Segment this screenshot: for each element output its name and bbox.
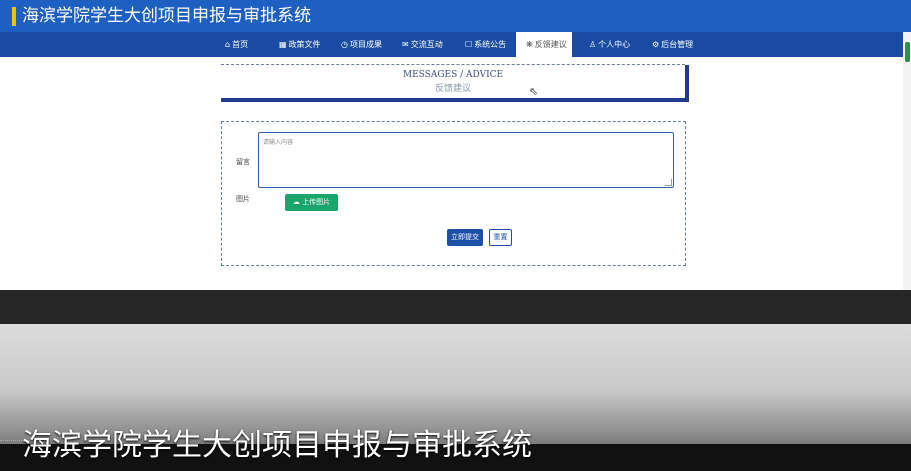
nav-item-announcements[interactable]: ☐ 系统公告: [465, 32, 506, 57]
nav-label: 后台管理: [661, 40, 694, 49]
user-icon: ♙: [589, 40, 597, 49]
policy-icon: ▦: [279, 40, 287, 49]
nav-item-policy[interactable]: ▦ 政策文件: [279, 32, 321, 57]
resize-grip-icon[interactable]: [665, 179, 672, 186]
app-header: 海滨学院学生大创项目申报与审批系统: [0, 0, 911, 32]
nav-item-projects[interactable]: ◷ 项目成果: [341, 32, 382, 57]
page-scrollbar[interactable]: [903, 32, 911, 290]
image-label: 图片: [236, 195, 250, 203]
admin-icon: ⚙: [652, 40, 660, 49]
app-title: 海滨学院学生大创项目申报与审批系统: [22, 6, 311, 26]
nav-item-profile[interactable]: ♙ 个人中心: [589, 32, 630, 57]
nav-label: 系统公告: [474, 40, 507, 49]
nav-label: 反馈建议: [534, 40, 567, 49]
home-icon: ⌂: [225, 40, 231, 49]
chat-icon: ✉: [402, 40, 409, 49]
feedback-icon: ❋: [526, 40, 533, 49]
nav-label: 交流互动: [410, 40, 443, 49]
video-caption: 海滨学院学生大创项目申报与审批系统: [22, 428, 532, 463]
message-textarea[interactable]: 请输入内容: [258, 132, 674, 188]
mouse-cursor-icon: ⇖: [529, 85, 539, 98]
nav-item-interaction[interactable]: ✉ 交流互动: [402, 32, 443, 57]
main-nav: ⌂ 首页 ▦ 政策文件 ◷ 项目成果 ✉ 交流互动 ☐ 系统公告 ❋ 反馈建议 ♙ 个人中心 …: [0, 32, 903, 57]
banner-shadow: [685, 65, 689, 102]
nav-label: 政策文件: [288, 40, 321, 49]
nav-item-home[interactable]: ⌂ 首页: [225, 32, 248, 57]
banner-title-en: MESSAGES / ADVICE: [402, 70, 504, 80]
upload-button-label: 上传图片: [302, 198, 331, 206]
message-label: 留言: [236, 158, 250, 166]
message-placeholder: 请输入内容: [263, 139, 294, 146]
submit-button[interactable]: 立即提交: [447, 229, 483, 246]
feedback-form: 留言 请输入内容 图片 ☁ 上传图片 立即提交 重置: [221, 121, 686, 266]
reset-button[interactable]: 重置: [489, 229, 512, 246]
nav-label: 个人中心: [598, 40, 631, 49]
section-banner: MESSAGES / ADVICE 反馈建议: [221, 64, 689, 102]
notice-icon: ☐: [465, 40, 473, 49]
nav-label: 首页: [232, 40, 249, 49]
project-icon: ◷: [341, 40, 348, 49]
cloud-upload-icon: ☁: [292, 198, 300, 206]
scrollbar-thumb[interactable]: [905, 42, 910, 62]
upload-image-button[interactable]: ☁ 上传图片: [285, 194, 338, 211]
title-accent-bar: [12, 7, 16, 26]
nav-item-admin[interactable]: ⚙ 后台管理: [652, 32, 693, 57]
banner-title-cn: 反馈建议: [434, 84, 471, 94]
page-footer: [0, 290, 911, 324]
nav-label: 项目成果: [349, 40, 382, 49]
nav-item-feedback[interactable]: ❋ 反馈建议: [516, 32, 572, 57]
